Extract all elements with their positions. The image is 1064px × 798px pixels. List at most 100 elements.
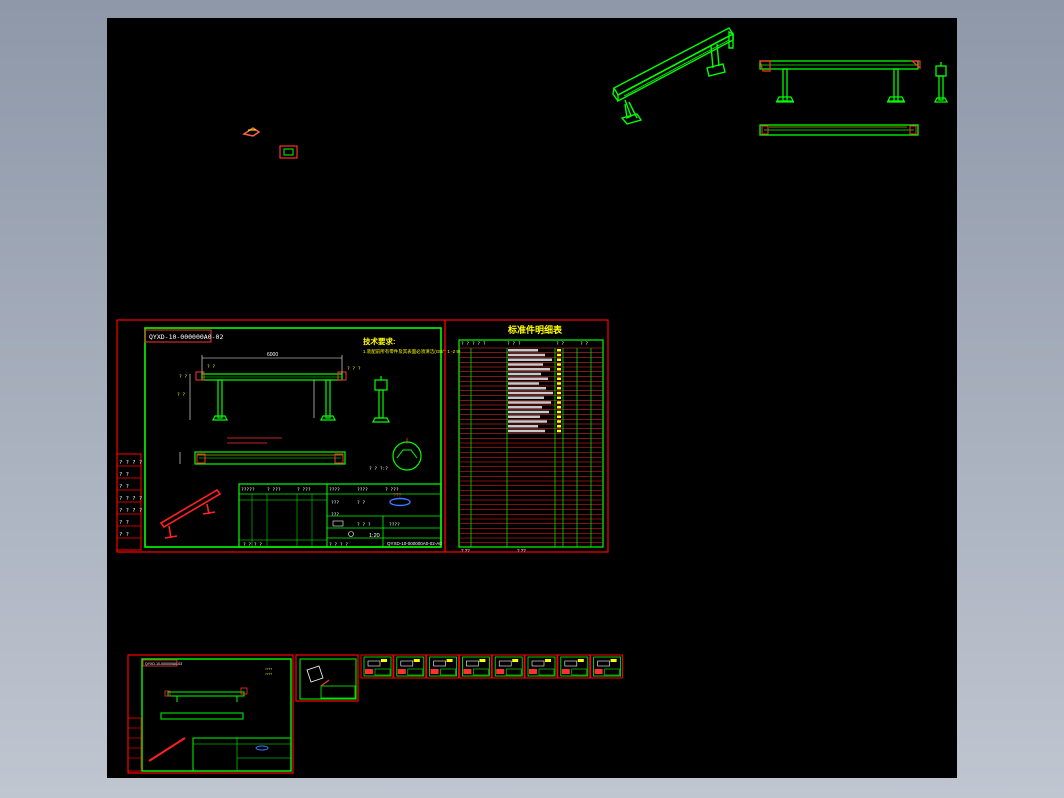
svg-text:? ? ?:?: ? ? ?:?	[369, 466, 388, 472]
parts-list-row-qty	[557, 368, 561, 371]
detail-sheet-thumbnail	[458, 654, 492, 679]
stray-fragment-2	[279, 145, 298, 159]
svg-text:? ?: ? ?	[357, 500, 365, 506]
svg-text:? ?: ? ?	[119, 484, 129, 490]
parts-list-row-text	[508, 396, 544, 399]
small-assembly-sheet: QYXD-10-000000A0-03 ????????	[127, 654, 294, 774]
parts-list-row-text	[508, 372, 541, 376]
assembly-front-elevation	[201, 373, 343, 421]
detail-sheet-thumbnail	[590, 654, 624, 679]
parts-list-row-text	[508, 382, 539, 385]
svg-text:? ? ? ?: ? ? ? ?	[329, 542, 348, 548]
parts-list-row-qty	[557, 420, 561, 423]
parts-list-sheet: 标准件明细表 ? ? ? ? ? ? ? ? ? ? ? ? ? ?? ? ??	[444, 319, 609, 553]
parts-list-row-qty	[557, 377, 561, 380]
parts-list-row-qty	[557, 372, 561, 376]
svg-text:? ?: ? ?	[207, 364, 215, 370]
svg-text:? ???: ? ???	[297, 487, 311, 493]
parts-list-rows	[459, 347, 603, 544]
parts-list-row-qty	[557, 401, 561, 404]
svg-text:? ? ?: ? ? ?	[507, 341, 521, 347]
parts-list-header: ? ? ? ? ? ? ? ? ? ? ? ?	[461, 341, 588, 347]
detail-sheet-thumbnails	[360, 654, 624, 679]
detail-sheet-thumbnail	[557, 654, 591, 679]
tech-requirements-line: 1.装配前所有零件及其表面必须清洁(GB/T 1 -2 9)	[363, 348, 461, 355]
svg-text:????: ????	[329, 487, 340, 493]
parts-list-title: 标准件明细表	[507, 324, 563, 335]
parts-list-row-text	[508, 391, 553, 395]
title-block: ??? 1:20 QYXD-10-000000A0-02-A0 ?????? ?…	[238, 483, 442, 548]
conveyor-top-view	[759, 124, 919, 136]
dimension-overall-length: 6000	[267, 352, 278, 358]
detail-sheet-first	[295, 654, 359, 702]
detail-sheet-thumbnail	[426, 654, 460, 679]
svg-text:????: ????	[265, 667, 272, 671]
conveyor-side-view	[933, 62, 949, 103]
detail-sheet-thumbnail	[524, 654, 558, 679]
parts-list-row-text	[508, 349, 538, 352]
detail-circle-view: ? ? ?:?	[369, 438, 422, 472]
parts-list-footer-mid: ? ??	[517, 548, 526, 553]
detail-sheet-thumbnail	[360, 654, 394, 679]
parts-list-row-qty	[557, 396, 561, 399]
assembly-side-view	[372, 376, 390, 423]
assembly-plan-view	[179, 437, 346, 465]
parts-list-row-qty	[557, 410, 561, 414]
main-assembly-sheet: QYXD-10-000000A0-02 ? ? ? ? ? ? ? ? ? ? ? …	[116, 319, 461, 553]
svg-text:? ?: ? ?	[177, 392, 185, 398]
svg-text:? ?: ? ?	[461, 341, 469, 347]
drawing-number: QYXD-10-000000A0-02	[149, 333, 223, 341]
parts-list-row-text	[508, 387, 546, 390]
svg-text:? ? ? ?: ? ? ? ?	[119, 460, 142, 466]
parts-list-row-qty	[557, 349, 561, 352]
svg-text:????: ????	[265, 672, 272, 676]
svg-text:? ?: ? ?	[119, 472, 129, 478]
parts-list-row-text	[508, 363, 543, 366]
small-sheet-drawing-number: QYXD-10-000000A0-03	[145, 662, 182, 666]
cad-drawing-viewport[interactable]: QYXD-10-000000A0-02 ? ? ? ?? ? ? ?? ? ? …	[107, 18, 957, 778]
svg-text:????: ????	[389, 522, 400, 528]
svg-text:? ?: ? ?	[179, 374, 187, 380]
svg-text:???: ???	[331, 512, 339, 518]
svg-text:? ? ? ?: ? ? ? ?	[243, 542, 262, 548]
svg-text:????: ????	[357, 487, 368, 493]
parts-list-row-qty	[557, 391, 561, 395]
parts-list-row-text	[508, 353, 545, 357]
parts-list-row-qty	[557, 429, 561, 433]
svg-text:? ???: ? ???	[385, 487, 399, 493]
svg-text:? ?: ? ?	[556, 341, 564, 347]
parts-list-row-qty	[557, 363, 561, 366]
parts-list-row-qty	[557, 425, 561, 428]
parts-list-row-text	[508, 368, 550, 371]
parts-list-row-text	[508, 425, 538, 428]
cad-model-space: QYXD-10-000000A0-02 ? ? ? ?? ? ? ?? ? ? …	[116, 27, 949, 774]
parts-list-row-qty	[557, 406, 561, 409]
svg-text:? ? ?: ? ? ?	[357, 522, 371, 528]
title-block-code: QYXD-10-000000A0-02-A0	[387, 541, 442, 546]
parts-list-row-text	[508, 415, 540, 418]
detail-sheet-thumbnail	[491, 654, 525, 679]
parts-list-row-text	[508, 401, 551, 404]
parts-list-row-qty	[557, 353, 561, 357]
parts-list-row-text	[508, 358, 552, 361]
parts-list-row-qty	[557, 387, 561, 390]
tech-requirements-title: 技术要求:	[363, 336, 396, 346]
svg-text:? ? ?: ? ? ?	[347, 366, 361, 372]
svg-text:? ?: ? ?	[119, 520, 129, 526]
svg-text:???: ???	[393, 493, 402, 499]
parts-list-row-text	[508, 410, 549, 414]
parts-list-row-qty	[557, 415, 561, 418]
parts-list-row-text	[508, 406, 542, 409]
detail-sheet-thumbnail	[393, 654, 427, 679]
parts-list-row-qty	[557, 382, 561, 385]
svg-text:? ?: ? ?	[119, 532, 129, 538]
conveyor-isometric-view	[612, 27, 735, 125]
parts-list-row-qty	[557, 358, 561, 361]
svg-text:? ? ?: ? ? ?	[472, 341, 486, 347]
svg-text:? ? ? ?: ? ? ? ?	[119, 508, 142, 514]
parts-list-row-text	[508, 429, 545, 433]
stray-fragment-1	[242, 127, 261, 137]
parts-list-row-text	[508, 420, 547, 423]
conveyor-front-view	[759, 60, 919, 103]
svg-text:? ?: ? ?	[580, 341, 588, 347]
